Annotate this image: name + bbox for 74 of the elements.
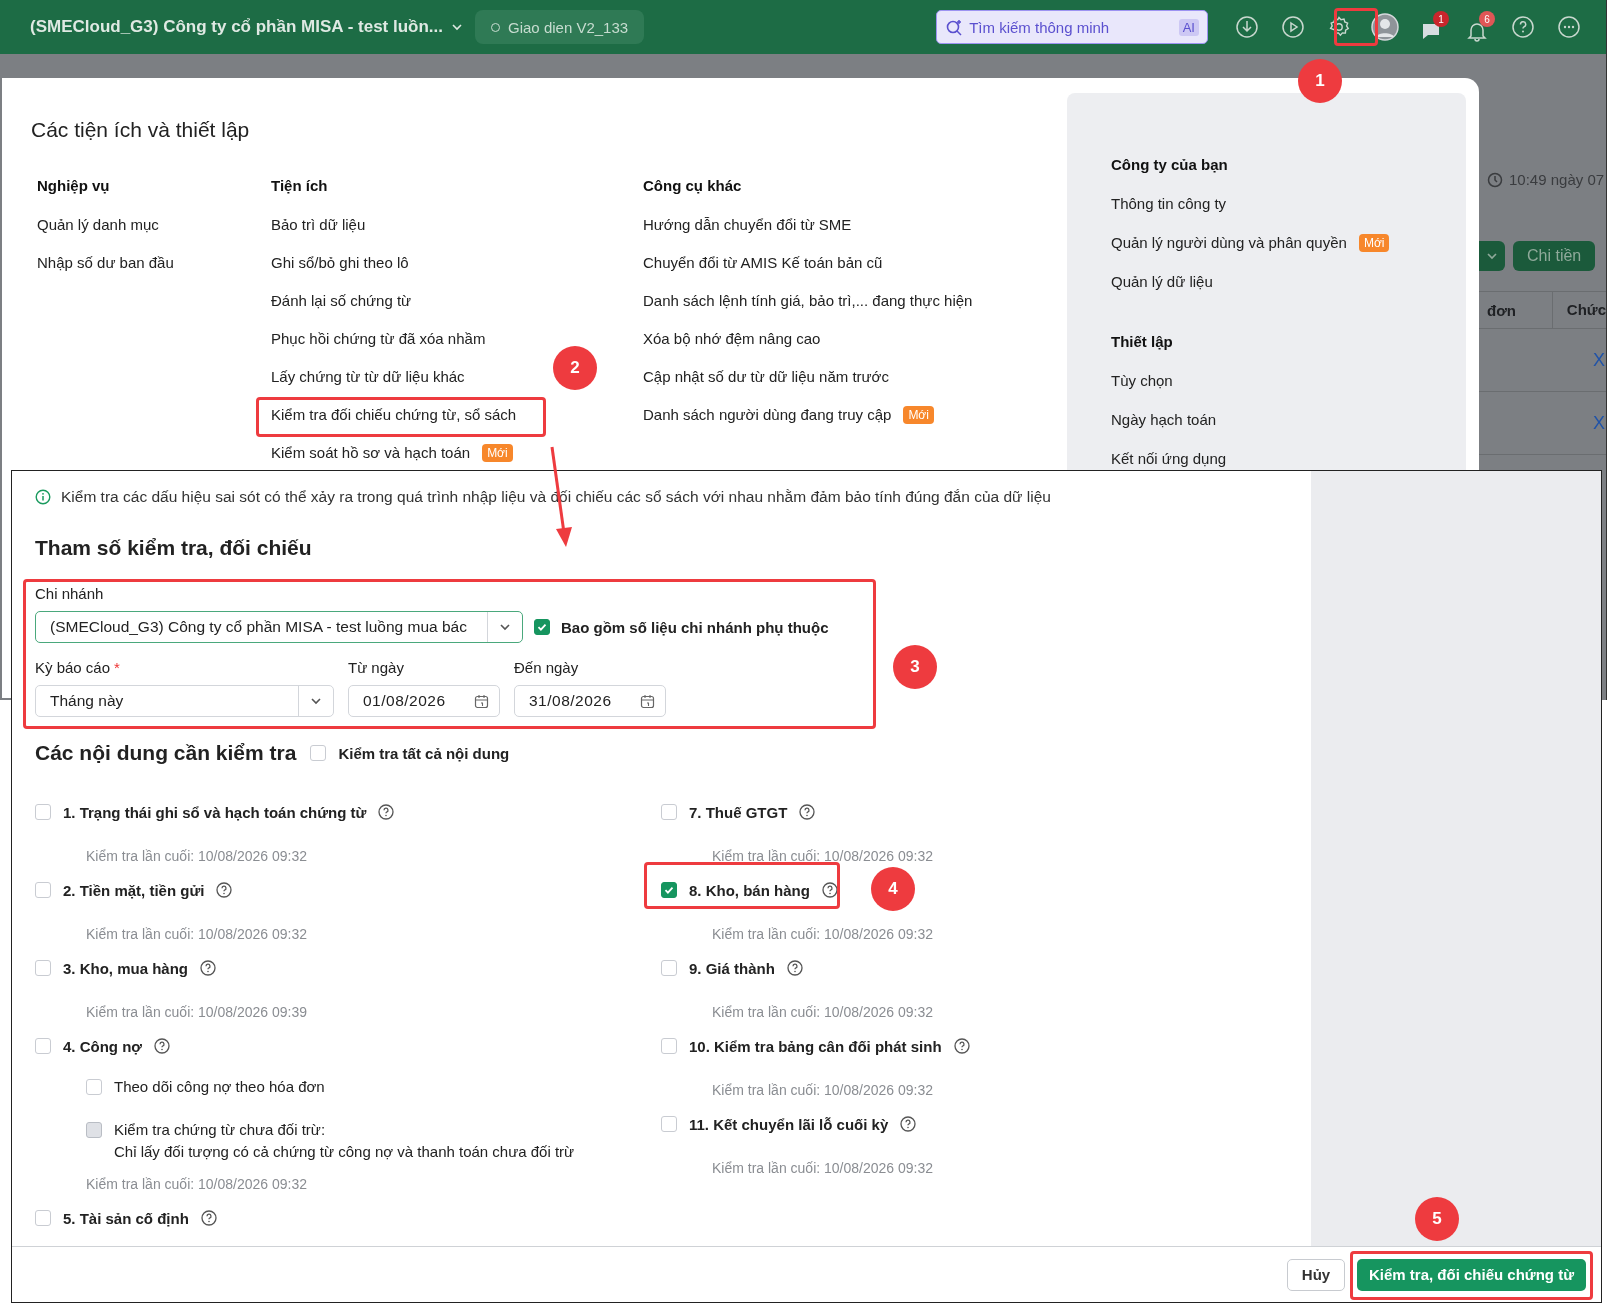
menu-item[interactable]: Quản lý dữ liệu bbox=[1111, 271, 1213, 293]
date-field[interactable]: 01/08/2026 bbox=[348, 685, 500, 717]
field-label: Chi nhánh bbox=[35, 585, 105, 603]
timestamp: 10:49 ngày 07 bbox=[1509, 171, 1605, 188]
sub-option-label: Theo dõi công nợ theo hóa đơn bbox=[114, 1077, 325, 1097]
column-heading: Công cụ khác bbox=[643, 176, 743, 196]
date-field[interactable]: 31/08/2026 bbox=[514, 685, 666, 717]
menu-item[interactable]: Danh sách lệnh tính giá, bảo trì,... đang thực hiện bbox=[643, 290, 973, 312]
menu-item[interactable]: Kiểm tra đối chiếu chứng từ, sổ sách bbox=[271, 404, 517, 426]
menu-item[interactable]: Hướng dẫn chuyển đổi từ SME bbox=[643, 214, 852, 236]
check-item-label: 1. Trạng thái ghi sổ và hạch toán chứng từ bbox=[63, 803, 367, 821]
company-name[interactable]: (SMECloud_G3) Công ty cổ phần MISA - test luồn... bbox=[30, 17, 444, 37]
check-item-label: 2. Tiền mặt, tiền gửi bbox=[63, 881, 205, 899]
period-select[interactable]: Tháng này bbox=[35, 685, 334, 717]
check-item-label: 9. Giá thành bbox=[689, 959, 775, 977]
menu-item[interactable]: Nhập số dư ban đầu bbox=[37, 252, 174, 274]
section-title: Các nội dung cần kiểm tra bbox=[35, 740, 297, 766]
menu-item[interactable]: Ghi sổ/bỏ ghi theo lô bbox=[271, 252, 409, 274]
section-heading: Công ty của bạn bbox=[1111, 155, 1229, 175]
popup-title: Các tiện ích và thiết lập bbox=[31, 119, 251, 141]
version-badge[interactable]: Giao dien V2_133 bbox=[475, 10, 645, 44]
field-label: Đến ngày bbox=[514, 659, 580, 677]
menu-item[interactable]: Quản lý danh mục bbox=[37, 214, 159, 236]
chat-count-badge: 1 bbox=[1433, 11, 1449, 27]
checkbox-label: Kiểm tra tất cả nội dung bbox=[338, 744, 510, 762]
cancel-button[interactable]: Hủy bbox=[1287, 1258, 1345, 1291]
last-check-time: Kiểm tra lần cuối: 10/08/2026 09:32 bbox=[711, 1003, 935, 1021]
branch-select[interactable]: (SMECloud_G3) Công ty cổ phần MISA - test luồng mua bác bbox=[35, 611, 523, 643]
menu-item[interactable]: Ngày hạch toán bbox=[1111, 409, 1217, 431]
section-title: Tham số kiểm tra, đối chiếu bbox=[35, 535, 313, 561]
check-item-label: 11. Kết chuyển lãi lỗ cuối kỳ bbox=[689, 1115, 889, 1133]
section-heading: Thiết lập bbox=[1111, 332, 1174, 352]
new-badge: Mới bbox=[482, 444, 513, 462]
check-item-label: 10. Kiểm tra bảng cân đối phát sinh bbox=[689, 1037, 942, 1055]
last-check-time: Kiểm tra lần cuối: 10/08/2026 09:32 bbox=[85, 1175, 309, 1193]
last-check-time: Kiểm tra lần cuối: 10/08/2026 09:32 bbox=[85, 847, 309, 865]
column-header: Chức bbox=[1551, 291, 1606, 329]
check-item-label: 7. Thuế GTGT bbox=[689, 803, 788, 821]
last-check-time: Kiểm tra lần cuối: 10/08/2026 09:32 bbox=[711, 1159, 935, 1177]
menu-item[interactable]: Cập nhật số dư từ dữ liệu năm trước bbox=[643, 366, 889, 388]
check-item-label: 4. Công nợ bbox=[63, 1037, 142, 1055]
submit-button[interactable]: Kiểm tra, đối chiếu chứng từ bbox=[1357, 1258, 1586, 1291]
check-item-label: 5. Tài sản cố định bbox=[63, 1209, 189, 1227]
checkbox-label: Bao gồm số liệu chi nhánh phụ thuộc bbox=[561, 618, 829, 636]
menu-item[interactable]: Xóa bộ nhớ đệm nâng cao bbox=[643, 328, 821, 350]
menu-item[interactable]: Lấy chứng từ từ dữ liệu khác bbox=[271, 366, 465, 388]
menu-item[interactable]: Bảo trì dữ liệu bbox=[271, 214, 366, 236]
check-item-label: 3. Kho, mua hàng bbox=[63, 959, 188, 977]
last-check-time: Kiểm tra lần cuối: 10/08/2026 09:32 bbox=[711, 925, 935, 943]
column-header: đơn bbox=[1486, 301, 1517, 319]
last-check-time: Kiểm tra lần cuối: 10/08/2026 09:39 bbox=[85, 1003, 309, 1021]
menu-item[interactable]: Đánh lại số chứng từ bbox=[271, 290, 412, 312]
field-label: Kỳ báo cáo * bbox=[35, 659, 121, 677]
last-check-time: Kiểm tra lần cuối: 10/08/2026 09:32 bbox=[85, 925, 309, 943]
menu-item[interactable]: Tùy chọn bbox=[1111, 370, 1173, 392]
menu-item[interactable]: Phục hồi chứng từ đã xóa nhầm bbox=[271, 328, 486, 350]
menu-item[interactable]: Thông tin công ty bbox=[1111, 193, 1227, 215]
last-check-time: Kiểm tra lần cuối: 10/08/2026 09:32 bbox=[711, 1081, 935, 1099]
menu-item[interactable]: Kết nối ứng dụng bbox=[1111, 448, 1227, 470]
ai-badge: AI bbox=[1178, 18, 1199, 36]
new-badge: Mới bbox=[1358, 234, 1390, 252]
menu-item[interactable]: Danh sách người dùng đang truy cập bbox=[643, 404, 892, 426]
menu-item[interactable]: Chuyển đổi từ AMIS Kế toán bản cũ bbox=[643, 252, 883, 274]
check-item-label: 8. Kho, bán hàng bbox=[689, 881, 810, 899]
column-heading: Nghiệp vụ bbox=[37, 176, 111, 196]
sub-option-label: Kiểm tra chứng từ chưa đối trừ: Chỉ lấy đối tượng có cả chứng từ công nợ và thanh toán chưa đối trừ bbox=[114, 1120, 575, 1162]
menu-item[interactable]: Kiểm soát hồ sơ và hạch toán bbox=[271, 442, 471, 464]
new-badge: Mới bbox=[903, 406, 934, 424]
notification-count-badge: 6 bbox=[1479, 11, 1495, 27]
menu-item[interactable]: Quản lý người dùng và phân quyền bbox=[1111, 232, 1347, 254]
column-heading: Tiện ích bbox=[271, 176, 329, 196]
last-check-time: Kiểm tra lần cuối: 10/08/2026 09:32 bbox=[711, 847, 935, 865]
search-field[interactable]: Tìm kiếm thông minh AI bbox=[936, 10, 1208, 44]
field-label: Từ ngày bbox=[348, 659, 405, 677]
